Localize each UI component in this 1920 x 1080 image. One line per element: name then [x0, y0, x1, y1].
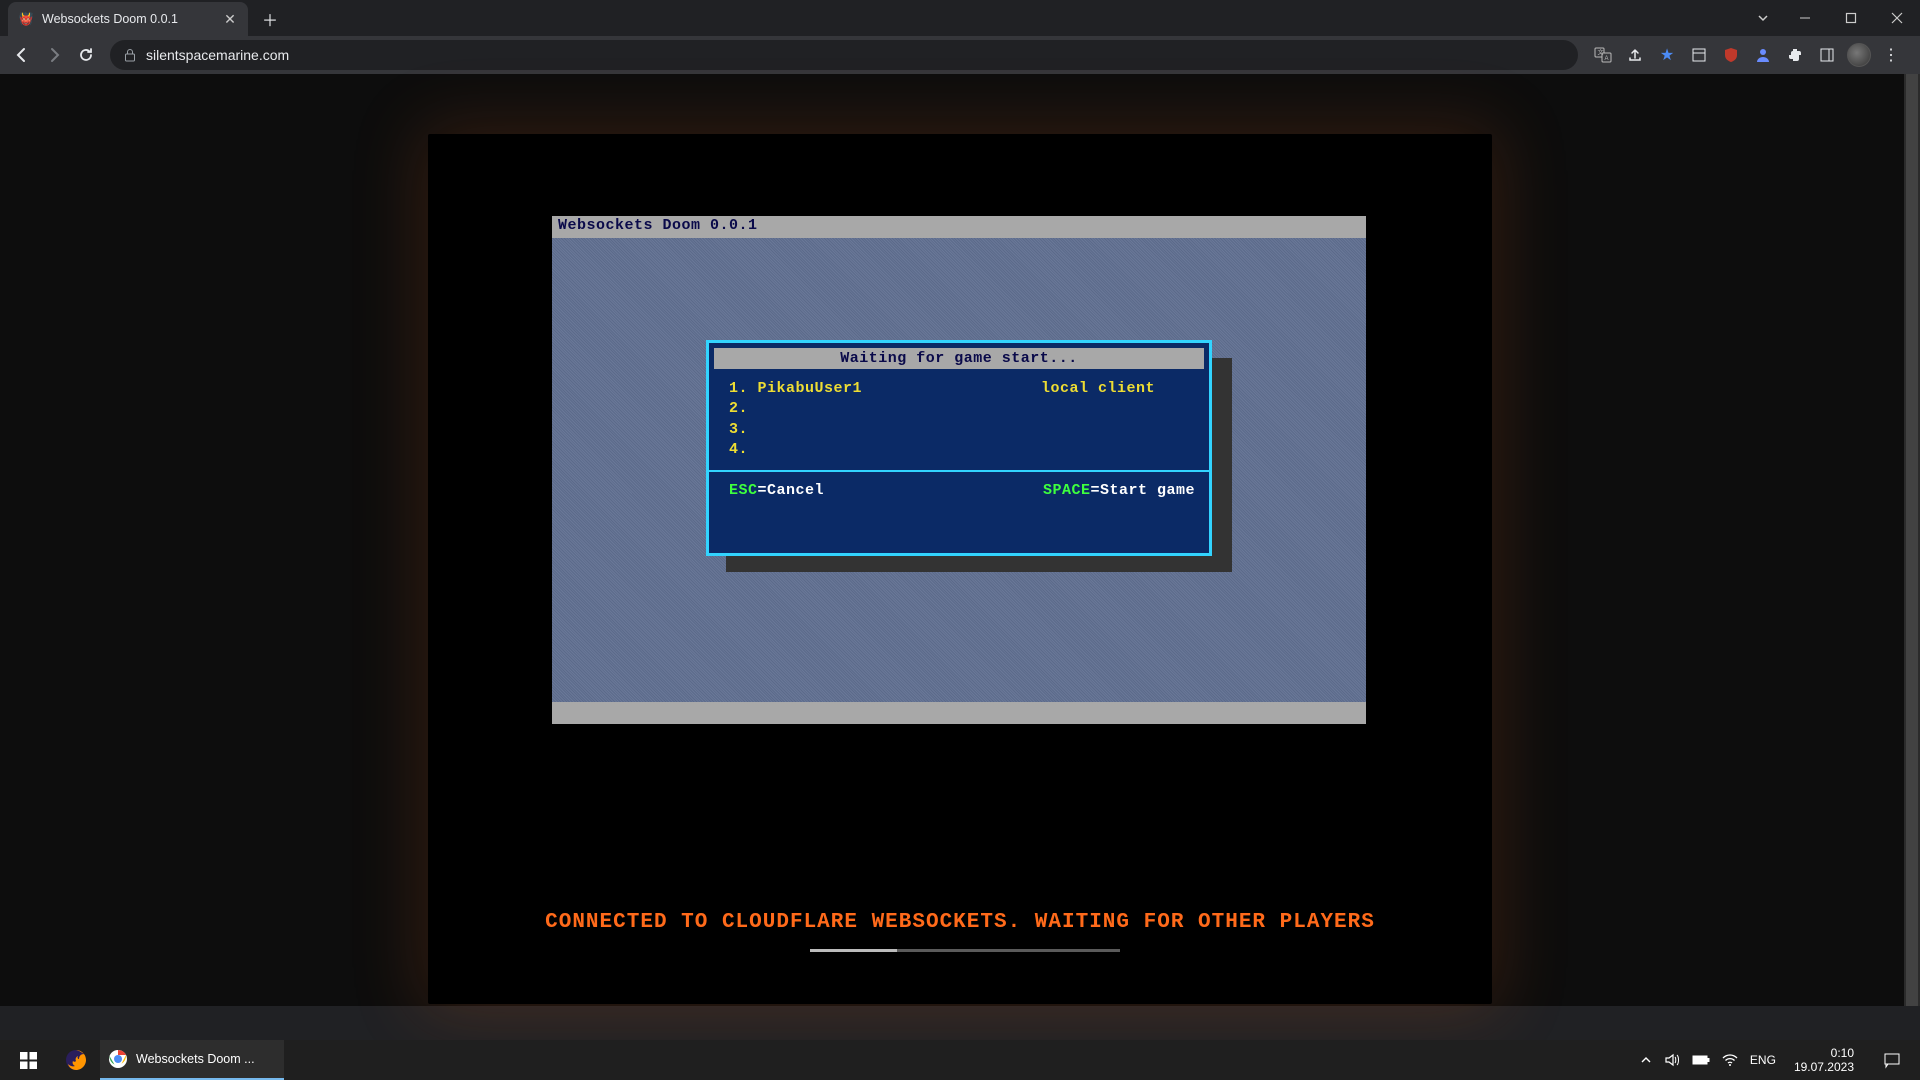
start-hint: SPACE=Start game	[1043, 482, 1195, 499]
minimize-button[interactable]	[1782, 0, 1828, 36]
clock-time: 0:10	[1794, 1046, 1854, 1060]
close-icon[interactable]: ✕	[222, 11, 238, 27]
extension-person-icon[interactable]	[1748, 40, 1778, 70]
bookmark-icon[interactable]: ★	[1652, 40, 1682, 70]
player-role: local client	[1041, 379, 1195, 399]
back-button[interactable]	[8, 41, 36, 69]
system-tray: ENG 0:10 19.07.2023	[1640, 1040, 1916, 1080]
tab-strip: 👹 Websockets Doom 0.0.1 ✕ ＋	[0, 0, 1920, 36]
clock-date: 19.07.2023	[1794, 1060, 1854, 1074]
esc-key-label: ESC	[729, 482, 758, 499]
extensions-row: 文A ★ ⋮	[1588, 40, 1912, 70]
wifi-icon[interactable]	[1722, 1052, 1738, 1068]
waiting-dialog: Waiting for game start... 1. PikabuUser1…	[706, 340, 1212, 556]
progress-bar	[810, 949, 1120, 952]
battery-icon[interactable]	[1692, 1054, 1710, 1066]
new-tab-button[interactable]: ＋	[256, 5, 284, 33]
ublock-icon[interactable]	[1716, 40, 1746, 70]
start-button[interactable]	[4, 1040, 52, 1080]
taskbar-app-label: Websockets Doom ...	[136, 1052, 255, 1066]
forward-button[interactable]	[40, 41, 68, 69]
player-slot: 1.	[729, 380, 748, 397]
tab-favicon-icon: 👹	[18, 11, 34, 27]
action-center-icon[interactable]	[1872, 1040, 1912, 1080]
start-label: =Start game	[1090, 482, 1195, 499]
dos-window-body: Waiting for game start... 1. PikabuUser1…	[552, 238, 1366, 702]
translate-icon[interactable]: 文A	[1588, 40, 1618, 70]
tab-search-button[interactable]	[1744, 0, 1782, 36]
player-list: 1. PikabuUser1 local client 2. 3. 4.	[709, 369, 1209, 470]
chrome-icon	[108, 1049, 128, 1069]
svg-text:A: A	[1605, 56, 1609, 62]
dos-window: Websockets Doom 0.0.1 Waiting for game s…	[552, 216, 1366, 724]
player-row: 1. PikabuUser1 local client	[729, 379, 1195, 399]
player-row: 2.	[729, 399, 1195, 419]
dos-window-title: Websockets Doom 0.0.1	[552, 216, 1366, 238]
player-slot: 3.	[729, 420, 748, 440]
progress-fill	[810, 949, 897, 952]
viewport: Websockets Doom 0.0.1 Waiting for game s…	[0, 74, 1920, 1006]
kebab-menu-icon[interactable]: ⋮	[1876, 40, 1906, 70]
extensions-icon[interactable]	[1780, 40, 1810, 70]
dialog-footer: ESC=Cancel SPACE=Start game	[709, 472, 1209, 507]
space-key-label: SPACE	[1043, 482, 1091, 499]
address-bar[interactable]: silentspacemarine.com	[110, 40, 1578, 70]
player-slot: 4.	[729, 440, 748, 460]
share-icon[interactable]	[1620, 40, 1650, 70]
maximize-button[interactable]	[1828, 0, 1874, 36]
player-slot: 2.	[729, 399, 748, 419]
profile-avatar[interactable]	[1844, 40, 1874, 70]
firefox-taskbar-icon[interactable]	[52, 1040, 100, 1080]
game-container: Websockets Doom 0.0.1 Waiting for game s…	[428, 134, 1492, 1004]
vertical-scrollbar[interactable]	[1904, 74, 1920, 1006]
browser-toolbar: silentspacemarine.com 文A ★ ⋮	[0, 36, 1920, 74]
player-row: 4.	[729, 440, 1195, 460]
window-close-button[interactable]	[1874, 0, 1920, 36]
window-controls	[1744, 0, 1920, 36]
sidepanel-icon[interactable]	[1812, 40, 1842, 70]
scrollbar-thumb[interactable]	[1906, 74, 1918, 1006]
volume-icon[interactable]	[1664, 1052, 1680, 1068]
reload-button[interactable]	[72, 41, 100, 69]
player-name: PikabuUser1	[758, 380, 863, 397]
connection-status: CONNECTED TO CLOUDFLARE WEBSOCKETS. WAIT…	[428, 911, 1492, 934]
windows-taskbar: Websockets Doom ... ENG 0:10 19.07.2023	[0, 1040, 1920, 1080]
language-indicator[interactable]: ENG	[1750, 1053, 1776, 1067]
cancel-label: =Cancel	[758, 482, 825, 499]
cancel-hint: ESC=Cancel	[729, 482, 824, 499]
chrome-taskbar-app[interactable]: Websockets Doom ...	[100, 1040, 284, 1080]
player-row: 3.	[729, 420, 1195, 440]
taskbar-clock[interactable]: 0:10 19.07.2023	[1788, 1046, 1860, 1075]
dialog-title: Waiting for game start...	[714, 348, 1204, 369]
svg-text:文: 文	[1598, 49, 1604, 57]
tray-chevron-icon[interactable]	[1640, 1054, 1652, 1066]
url-text: silentspacemarine.com	[146, 47, 289, 63]
reader-icon[interactable]	[1684, 40, 1714, 70]
browser-tab[interactable]: 👹 Websockets Doom 0.0.1 ✕	[8, 2, 248, 36]
lock-icon	[124, 48, 136, 62]
tab-title: Websockets Doom 0.0.1	[42, 12, 214, 26]
